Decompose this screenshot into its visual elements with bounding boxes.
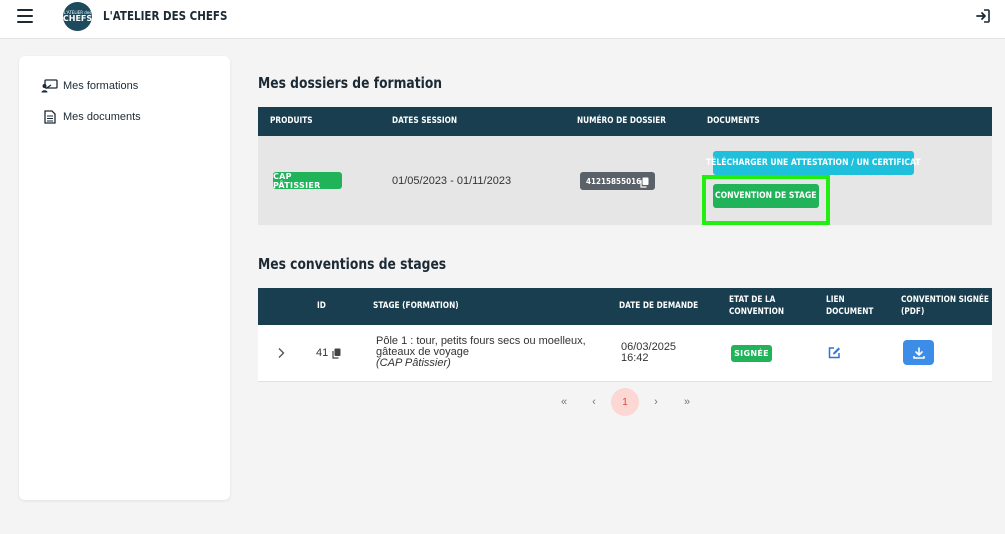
stage-formation: (CAP Pâtissier) — [376, 357, 451, 369]
menu-icon[interactable] — [17, 9, 33, 23]
download-icon — [912, 346, 925, 359]
table-header: PRODUITS DATES SESSION NUMÉRO DE DOSSIER… — [258, 107, 992, 136]
sidebar: Mes formations Mes documents — [19, 56, 230, 500]
document-icon — [41, 109, 58, 124]
convention-id: 41 — [316, 347, 329, 359]
convention-de-stage-button[interactable]: CONVENTION DE STAGE — [713, 184, 819, 208]
column-header: NUMÉRO DE DOSSIER — [577, 116, 666, 126]
column-header: LIEN — [826, 295, 845, 305]
pagination-first[interactable]: « — [555, 388, 573, 415]
download-attestation-button[interactable]: TÉLÉCHARGER UNE ATTESTATION / UN CERTIFI… — [706, 151, 921, 175]
login-icon[interactable] — [976, 9, 990, 23]
pagination-prev[interactable]: ‹ — [587, 388, 601, 415]
sidebar-item-label: Mes formations — [63, 79, 139, 92]
column-header: STAGE (FORMATION) — [373, 301, 459, 311]
column-header: CONVENTION — [729, 307, 785, 317]
top-header: L'ATELIER des CHEFS L'ATELIER DES CHEFS — [0, 0, 1005, 39]
logo-line-2: CHEFS — [62, 13, 93, 23]
column-header: ETAT DE LA — [729, 295, 776, 305]
column-header: DATES SESSION — [392, 116, 458, 126]
pagination-next[interactable]: › — [649, 388, 663, 415]
dossiers-table: PRODUITS DATES SESSION NUMÉRO DE DOSSIER… — [258, 107, 992, 225]
column-header: DATE DE DEMANDE — [619, 301, 699, 311]
column-header: CONVENTION SIGNÉE — [901, 295, 989, 305]
conventions-title: Mes conventions de stages — [258, 255, 447, 273]
chevron-right-icon[interactable] — [277, 346, 285, 364]
dossier-number: 41215855016 — [586, 176, 642, 186]
session-dates: 01/05/2023 - 01/11/2023 — [392, 175, 512, 187]
column-header: PRODUITS — [270, 116, 313, 126]
download-pdf-button[interactable] — [903, 340, 934, 365]
button-label: CONVENTION DE STAGE — [715, 191, 817, 201]
conventions-table: ID STAGE (FORMATION) DATE DE DEMANDE ETA… — [258, 288, 992, 382]
pagination-current[interactable]: 1 — [611, 388, 639, 416]
edit-icon[interactable] — [828, 346, 841, 364]
pagination-last[interactable]: » — [678, 388, 696, 415]
copy-icon[interactable] — [332, 346, 341, 364]
sidebar-item-documents[interactable]: Mes documents — [41, 109, 141, 124]
button-label: TÉLÉCHARGER UNE ATTESTATION / UN CERTIFI… — [706, 158, 921, 168]
logo[interactable]: L'ATELIER des CHEFS — [63, 2, 92, 31]
dossiers-title: Mes dossiers de formation — [258, 74, 443, 92]
brand-name[interactable]: L'ATELIER DES CHEFS — [103, 9, 227, 23]
product-badge: CAP PÂTISSIER — [273, 172, 342, 190]
table-row: CAP PÂTISSIER 01/05/2023 - 01/11/2023 41… — [258, 136, 992, 225]
column-header: DOCUMENTS — [707, 116, 760, 126]
table-header: ID STAGE (FORMATION) DATE DE DEMANDE ETA… — [258, 288, 992, 325]
dossier-number-badge[interactable]: 41215855016 — [580, 172, 655, 190]
request-time: 16:42 — [621, 352, 649, 364]
teacher-board-icon — [41, 78, 58, 93]
sidebar-item-label: Mes documents — [63, 110, 141, 123]
column-header: DOCUMENT — [826, 307, 874, 317]
status-badge: SIGNÉE — [731, 345, 772, 362]
copy-icon[interactable] — [640, 175, 649, 193]
column-header: ID — [317, 301, 326, 311]
table-row: 41 Pôle 1 : tour, petits fours secs ou m… — [258, 325, 992, 382]
stage-description: Pôle 1 : tour, petits fours secs ou moel… — [376, 336, 586, 369]
sidebar-item-formations[interactable]: Mes formations — [41, 78, 138, 93]
column-header: (PDF) — [901, 307, 925, 317]
